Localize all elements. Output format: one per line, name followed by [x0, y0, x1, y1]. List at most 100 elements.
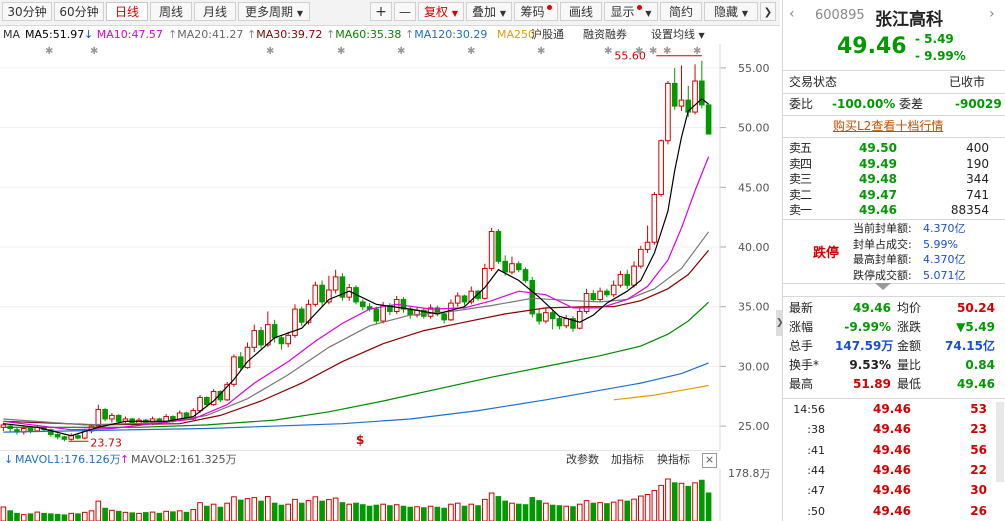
event-marker-icon[interactable]: ✱ [266, 46, 274, 57]
candle-down [495, 230, 502, 262]
sell-level-price: 49.48 [859, 172, 897, 186]
volume-bar [231, 496, 237, 521]
candle-up [380, 305, 386, 322]
quote-panel: ‹ 600895 张江高科 › 49.46 - 5.49 - 9.99% 交易状… [782, 0, 1005, 521]
volume-bar [115, 510, 122, 521]
event-marker-icon[interactable]: ✱ [337, 46, 345, 57]
expand-triangle-icon[interactable] [875, 283, 891, 290]
overlay-dropdown[interactable]: 叠加 ▼ [466, 2, 512, 21]
event-marker-icon[interactable]: ✱ [693, 46, 701, 57]
margin-trading-label[interactable]: 融资融券 [583, 27, 627, 43]
draw-line-button[interactable]: 画线 [560, 2, 602, 21]
event-marker-icon[interactable]: ✱ [537, 46, 545, 57]
ma20-value: MA20:41.27 [177, 28, 244, 41]
volume-bar [692, 482, 698, 521]
close-indicator-icon[interactable]: × [702, 453, 717, 468]
sell-level-row[interactable]: 卖五 49.50 400 [783, 140, 1005, 156]
event-marker-icon[interactable]: ✱ [397, 46, 405, 57]
event-marker-icon[interactable]: ✱ [604, 46, 612, 57]
candle-up [631, 265, 637, 286]
more-periods-label: 更多周期 [245, 5, 294, 19]
volume-bar [441, 507, 447, 521]
ma20-line [3, 231, 710, 426]
zoom-out-button[interactable]: — [394, 2, 416, 21]
candle-down [441, 313, 447, 321]
hide-dropdown[interactable]: 隐藏 ▼ [704, 2, 758, 21]
volume-bar [502, 500, 508, 521]
stat-label: 涨幅 [789, 320, 814, 334]
volume-bar [610, 501, 617, 521]
chart-toolbar: 30分钟 60分钟 日线 周线 月线 更多周期 ▼ + — 复权 ▼ 叠加 ▼ … [0, 0, 780, 26]
volume-bar [34, 511, 41, 521]
period-30min-button[interactable]: 30分钟 [2, 2, 52, 21]
volume-bar [149, 511, 156, 521]
volume-bar [41, 512, 47, 521]
sell-level-row[interactable]: 卖四 49.49 190 [783, 156, 1005, 172]
candle-up [109, 414, 115, 420]
event-marker-icon[interactable]: ✱ [663, 46, 671, 57]
volume-bar [482, 498, 488, 521]
event-marker-icon[interactable]: ✱ [635, 46, 643, 57]
hugutong-label[interactable]: 沪股通 [531, 27, 564, 43]
volume-bar [590, 502, 597, 521]
event-marker-icon[interactable]: ✱ [467, 46, 475, 57]
event-marker-icon[interactable]: ✱ [45, 46, 53, 57]
panel-collapse-button[interactable]: ❯ [760, 2, 776, 21]
price-change-pct: - 9.99% [915, 49, 966, 63]
volume-bar [407, 506, 414, 521]
volume-bar [75, 513, 81, 521]
period-month-button[interactable]: 月线 [194, 2, 236, 21]
candle-down [204, 396, 210, 406]
chips-button[interactable]: 筹码 [514, 2, 558, 21]
simple-mode-button[interactable]: 简约 [660, 2, 702, 21]
tick-scrollbar[interactable] [996, 402, 1004, 482]
y-tick-label: 50.00 [738, 122, 770, 135]
volume-bar [448, 503, 454, 521]
ma10-value: MA10:47.57 [96, 28, 163, 41]
sell-level-row[interactable]: 卖二 49.47 741 [783, 187, 1005, 203]
sell-level-label: 卖三 [789, 172, 812, 186]
forward-arrow-icon[interactable]: › [989, 6, 995, 22]
display-dropdown[interactable]: 显示 ▼ [604, 2, 658, 21]
dividend-marker-icon[interactable]: $ [356, 433, 364, 447]
y-tick-label: 55.00 [738, 62, 770, 75]
sell-level-row[interactable]: 卖三 49.48 344 [783, 171, 1005, 187]
stat-value: 49.46 [957, 377, 995, 391]
period-week-button[interactable]: 周线 [150, 2, 192, 21]
candle-down [54, 433, 61, 438]
tick-time: :47 [807, 484, 825, 498]
period-60min-button[interactable]: 60分钟 [54, 2, 104, 21]
fuquan-dropdown[interactable]: 复权 ▼ [418, 2, 464, 21]
volume-bar [617, 499, 624, 521]
sell-level-row[interactable]: 卖一 49.46 88354 [783, 202, 1005, 218]
switch-indicator-button[interactable]: 换指标 [657, 451, 690, 469]
volume-bar [109, 509, 115, 521]
zoom-in-button[interactable]: + [370, 2, 392, 21]
volume-bar [597, 502, 603, 521]
ma-settings-dropdown[interactable]: 设置均线 ▼ [651, 27, 705, 44]
sell-level-label: 卖一 [789, 203, 812, 217]
volume-bar [651, 489, 658, 521]
event-marker-icon[interactable]: ✱ [90, 46, 98, 57]
candle-up [332, 276, 339, 291]
add-indicator-button[interactable]: 加指标 [611, 451, 644, 469]
divider [783, 137, 1005, 138]
more-periods-dropdown[interactable]: 更多周期 ▼ [238, 2, 310, 21]
tick-time: :41 [807, 443, 825, 457]
volume-bar [576, 503, 583, 521]
tick-volume: 22 [970, 462, 987, 477]
candle-up [610, 284, 617, 296]
y-tick-label: 30.00 [738, 360, 770, 373]
y-tick-label: 25.00 [738, 420, 770, 433]
back-arrow-icon[interactable]: ‹ [789, 6, 795, 22]
kline-chart[interactable]: 55.0050.0045.0040.0035.0030.0025.00 55.6… [0, 44, 780, 450]
candle-up [678, 99, 685, 107]
period-day-button[interactable]: 日线 [106, 2, 148, 21]
volume-bar [366, 505, 373, 521]
limit-info-row: 封单占成交: 5.99% [783, 237, 1005, 252]
buy-l2-link[interactable]: 购买L2查看十档行情 [833, 117, 943, 136]
change-params-button[interactable]: 改参数 [566, 451, 599, 469]
volume-bar [495, 496, 502, 521]
limit-info-row: 最高封单额: 4.370亿 [783, 252, 1005, 267]
event-marker-icon[interactable]: ✱ [649, 46, 657, 57]
